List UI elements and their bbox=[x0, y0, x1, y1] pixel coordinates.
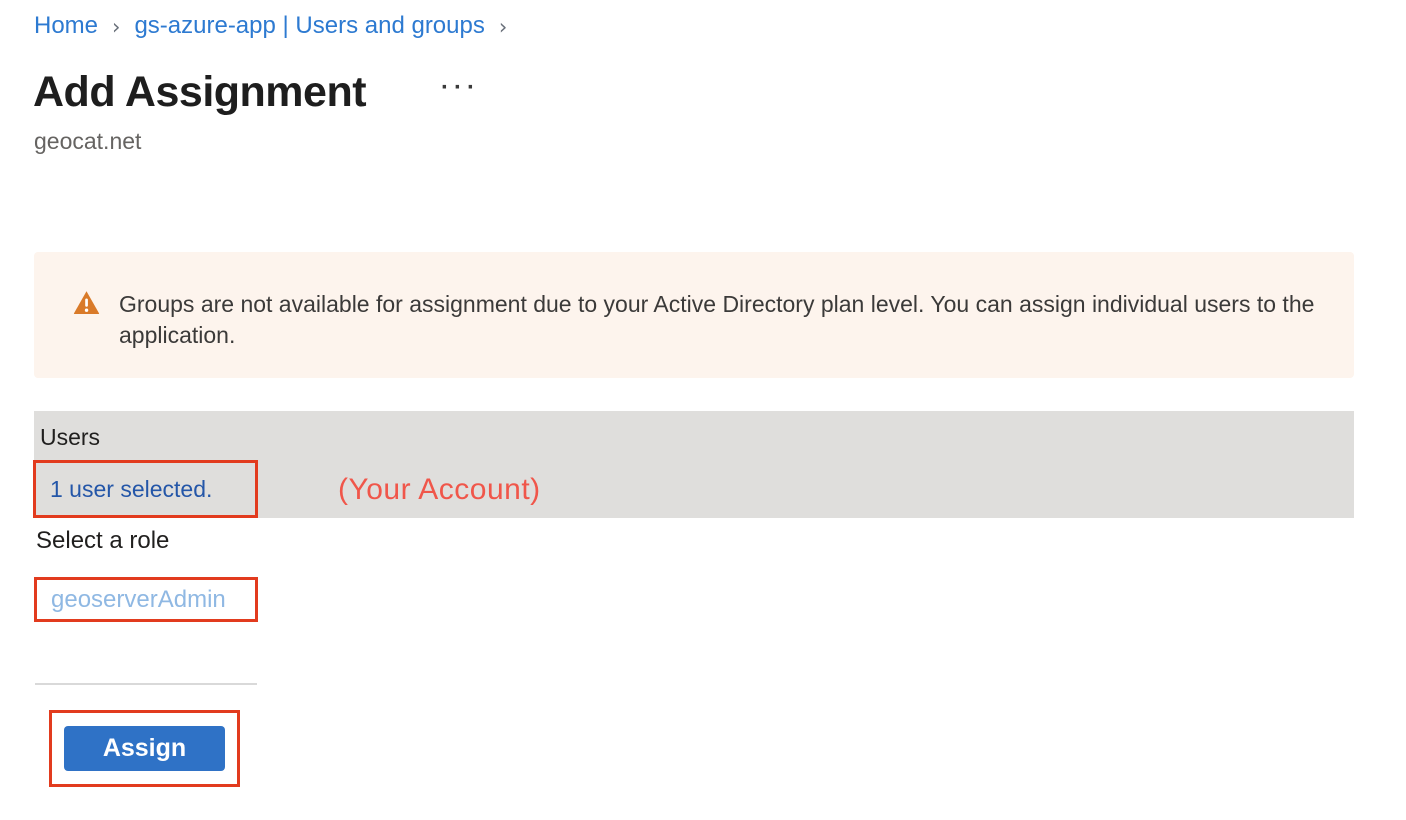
chevron-right-icon: › bbox=[499, 13, 507, 39]
your-account-annotation: (Your Account) bbox=[338, 473, 541, 507]
annotation-box-assign: Assign bbox=[49, 710, 240, 787]
annotation-box-role: geoserverAdmin bbox=[34, 577, 258, 622]
page-title: Add Assignment bbox=[33, 68, 366, 117]
warning-triangle-icon bbox=[73, 290, 100, 315]
annotation-box-users: 1 user selected. bbox=[33, 460, 258, 518]
chevron-right-icon: › bbox=[112, 13, 120, 39]
warning-message: Groups are not available for assignment … bbox=[119, 289, 1324, 351]
breadcrumb-link-users-and-groups[interactable]: gs-azure-app | Users and groups bbox=[134, 12, 484, 40]
more-options-button[interactable]: ··· bbox=[441, 74, 480, 102]
warning-banner: Groups are not available for assignment … bbox=[34, 252, 1354, 378]
app-domain-subtitle: geocat.net bbox=[34, 128, 141, 155]
users-selected-link[interactable]: 1 user selected. bbox=[50, 476, 212, 503]
assign-button[interactable]: Assign bbox=[64, 726, 225, 771]
divider bbox=[35, 683, 257, 685]
breadcrumb: Home › gs-azure-app | Users and groups › bbox=[34, 12, 507, 40]
role-link[interactable]: geoserverAdmin bbox=[51, 586, 226, 614]
breadcrumb-link-home[interactable]: Home bbox=[34, 12, 98, 40]
users-label: Users bbox=[40, 424, 100, 451]
select-role-label: Select a role bbox=[36, 527, 169, 555]
